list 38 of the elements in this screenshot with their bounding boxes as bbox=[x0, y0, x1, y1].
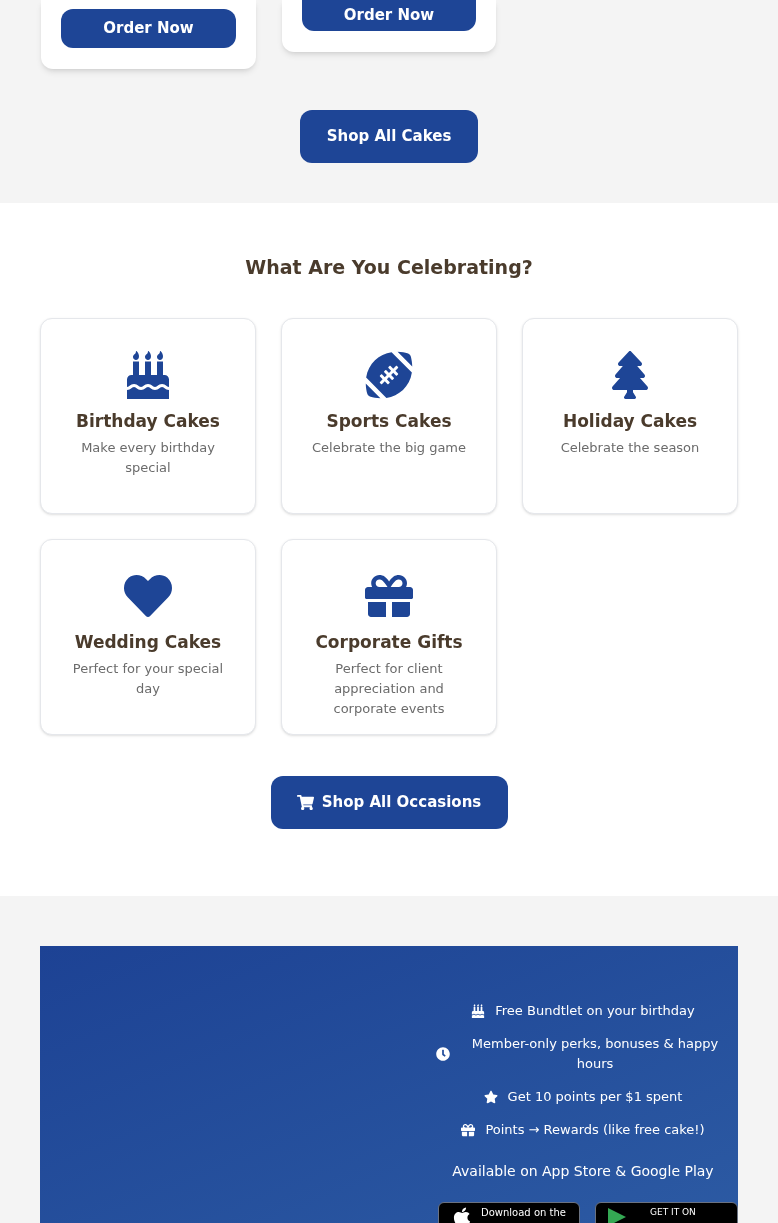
cart-icon bbox=[296, 793, 314, 811]
apple-icon bbox=[451, 1206, 473, 1223]
occasion-title: Corporate Gifts bbox=[315, 630, 463, 654]
section-heading: What Are You Celebrating? bbox=[245, 255, 533, 280]
shop-all-occasions-button[interactable]: Shop All Occasions bbox=[270, 775, 508, 829]
cake-icon bbox=[124, 350, 172, 399]
occasion-card[interactable]: Wedding Cakes Perfect for your special day bbox=[40, 538, 256, 735]
occasion-card[interactable]: Corporate Gifts Perfect for client appreciation and corporate events bbox=[281, 538, 497, 735]
cake-icon bbox=[471, 1004, 486, 1018]
app-store-badge[interactable]: Download on the bbox=[438, 1202, 580, 1223]
availability-text: Available on App Store & Google Play bbox=[452, 1162, 714, 1181]
badge-text: GET IT ON bbox=[650, 1206, 696, 1217]
occasion-description: Celebrate the season bbox=[560, 439, 700, 457]
perk-text: Points → Rewards (like free cake!) bbox=[485, 1121, 705, 1139]
perk-text: Get 10 points per $1 spent bbox=[507, 1088, 683, 1106]
order-button[interactable]: Order Now bbox=[302, 0, 476, 31]
occasion-title: Wedding Cakes bbox=[74, 630, 222, 654]
badge-text: Download on the bbox=[481, 1206, 566, 1218]
occasion-description: Perfect for client appreciation and corporate events bbox=[332, 660, 446, 718]
occasion-card[interactable]: Sports Cakes Celebrate the big game bbox=[281, 317, 497, 514]
star-icon bbox=[483, 1090, 498, 1104]
gift-icon bbox=[461, 1123, 476, 1137]
play-icon bbox=[608, 1206, 626, 1223]
occasion-title: Birthday Cakes bbox=[76, 409, 220, 433]
football-icon bbox=[365, 350, 413, 399]
order-button[interactable]: Order Now bbox=[61, 9, 236, 48]
occasion-description: Make every birthday special bbox=[80, 439, 216, 477]
occasion-card[interactable]: Holiday Cakes Celebrate the season bbox=[522, 317, 738, 514]
occasion-description: Perfect for your special day bbox=[71, 660, 225, 698]
shop-all-cakes-button[interactable]: Shop All Cakes bbox=[300, 110, 478, 163]
perk-text: Member-only perks, bonuses & happy hours bbox=[470, 1035, 720, 1073]
occasion-title: Sports Cakes bbox=[326, 409, 452, 433]
google-play-badge[interactable]: GET IT ON bbox=[595, 1202, 738, 1223]
occasion-card[interactable]: Birthday Cakes Make every birthday special bbox=[40, 317, 256, 514]
occasion-title: Holiday Cakes bbox=[562, 409, 698, 433]
clock-icon bbox=[436, 1047, 450, 1061]
perk-text: Free Bundtlet on your birthday bbox=[495, 1002, 695, 1020]
occasion-description: Celebrate the big game bbox=[311, 439, 467, 457]
